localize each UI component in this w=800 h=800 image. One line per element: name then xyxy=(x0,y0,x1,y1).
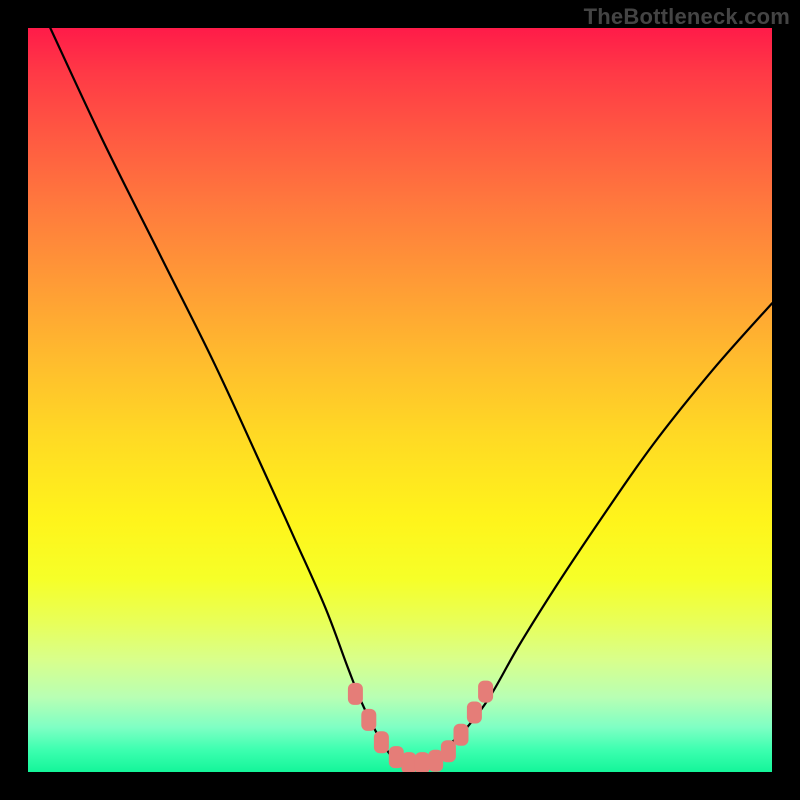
trough-marker xyxy=(441,740,456,762)
trough-marker xyxy=(467,702,482,724)
trough-marker xyxy=(374,731,389,753)
trough-marker xyxy=(348,683,363,705)
trough-markers xyxy=(348,681,493,772)
trough-marker xyxy=(478,681,493,703)
watermark-text: TheBottleneck.com xyxy=(584,4,790,30)
trough-marker xyxy=(361,709,376,731)
chart-frame: TheBottleneck.com xyxy=(0,0,800,800)
trough-marker xyxy=(415,752,430,772)
trough-marker xyxy=(401,752,416,772)
bottleneck-curve xyxy=(50,28,772,766)
curve-layer xyxy=(28,28,772,772)
trough-marker xyxy=(454,724,469,746)
plot-area xyxy=(28,28,772,772)
